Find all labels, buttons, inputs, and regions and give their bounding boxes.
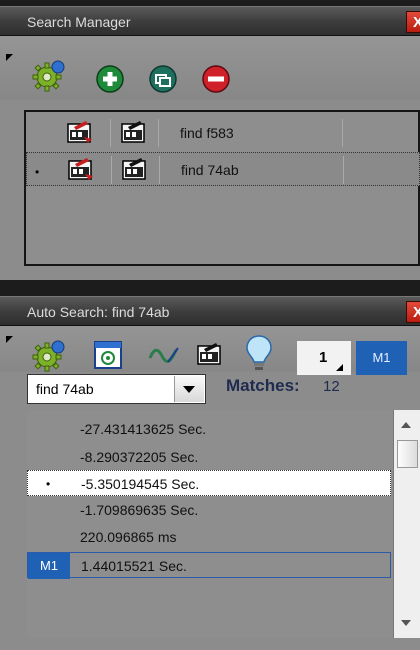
search-manager-panel: find f583 • find 74ab bbox=[0, 36, 420, 280]
chevron-down-icon bbox=[183, 386, 195, 393]
selection-bullet: • bbox=[46, 477, 51, 491]
edit-search-icon[interactable] bbox=[196, 340, 224, 371]
search-manager-titlebar: Search Manager X bbox=[0, 6, 420, 36]
edit-search-red-icon[interactable] bbox=[66, 119, 94, 148]
column-separator bbox=[342, 119, 343, 147]
settings-gear-icon[interactable] bbox=[30, 58, 66, 97]
match-row-selected[interactable]: • -5.350194545 Sec. bbox=[27, 470, 391, 496]
edit-search-icon[interactable] bbox=[121, 156, 149, 185]
search-select[interactable]: find 74ab bbox=[27, 374, 206, 404]
mark-number: 1 bbox=[319, 349, 328, 366]
matches-count: 12 bbox=[323, 378, 340, 395]
match-row[interactable]: -27.431413625 Sec. bbox=[27, 416, 391, 442]
matches-label: Matches: bbox=[226, 376, 300, 395]
search-list: find f583 • find 74ab bbox=[24, 110, 420, 266]
mark-number-button[interactable]: 1 bbox=[297, 341, 351, 375]
edit-search-icon[interactable] bbox=[120, 119, 148, 148]
column-separator bbox=[111, 156, 112, 184]
search-select-value: find 74ab bbox=[36, 381, 94, 397]
auto-search-title: Auto Search: find 74ab bbox=[27, 304, 170, 320]
scroll-down-icon[interactable] bbox=[401, 620, 411, 626]
search-row[interactable]: find f583 bbox=[26, 116, 420, 150]
column-separator bbox=[158, 119, 159, 147]
column-separator bbox=[159, 156, 160, 184]
search-name: find f583 bbox=[180, 125, 234, 141]
mark-m1-button[interactable]: M1 bbox=[356, 341, 407, 375]
match-row[interactable]: -8.290372205 Sec. bbox=[27, 444, 391, 470]
duplicate-icon[interactable] bbox=[148, 64, 178, 97]
search-manager-title: Search Manager bbox=[27, 14, 131, 30]
lightbulb-icon[interactable] bbox=[244, 334, 274, 375]
column-separator bbox=[110, 119, 111, 147]
scroll-up-icon[interactable] bbox=[401, 422, 411, 428]
selection-bullet: • bbox=[35, 165, 40, 179]
remove-icon[interactable] bbox=[201, 64, 231, 97]
resize-corner-icon bbox=[6, 54, 13, 61]
match-value: -8.290372205 Sec. bbox=[80, 449, 199, 465]
search-manager-close-button[interactable]: X bbox=[406, 11, 420, 33]
column-separator bbox=[343, 156, 344, 184]
corner-triangle-icon bbox=[336, 364, 343, 371]
match-value: 220.096865 ms bbox=[80, 529, 177, 545]
add-icon[interactable] bbox=[95, 64, 125, 97]
match-value: -27.431413625 Sec. bbox=[80, 421, 207, 437]
match-value: 1.44015521 Sec. bbox=[81, 558, 187, 574]
match-row[interactable]: 220.096865 ms bbox=[27, 524, 391, 550]
auto-search-titlebar: Auto Search: find 74ab X bbox=[0, 296, 420, 326]
resize-corner-icon bbox=[6, 336, 13, 343]
match-value: -1.709869635 Sec. bbox=[80, 502, 199, 518]
dropdown-button[interactable] bbox=[174, 376, 204, 402]
marker-m1-badge: M1 bbox=[28, 553, 70, 579]
match-value: -5.350194545 Sec. bbox=[81, 476, 200, 492]
capture-icon[interactable] bbox=[93, 340, 123, 373]
waveform-icon[interactable] bbox=[148, 342, 180, 371]
settings-gear-icon[interactable] bbox=[30, 338, 66, 377]
matches-list: -27.431413625 Sec. -8.290372205 Sec. • -… bbox=[27, 410, 393, 638]
matches-scrollbar[interactable] bbox=[393, 410, 420, 638]
search-row-selected[interactable]: • find 74ab bbox=[26, 152, 420, 186]
search-name: find 74ab bbox=[181, 162, 239, 178]
auto-search-close-button[interactable]: X bbox=[406, 301, 420, 323]
match-row[interactable]: -1.709869635 Sec. bbox=[27, 497, 391, 523]
scroll-thumb[interactable] bbox=[397, 440, 418, 468]
edit-search-red-icon[interactable] bbox=[67, 156, 95, 185]
match-row-m1[interactable]: M1 1.44015521 Sec. bbox=[27, 552, 391, 579]
